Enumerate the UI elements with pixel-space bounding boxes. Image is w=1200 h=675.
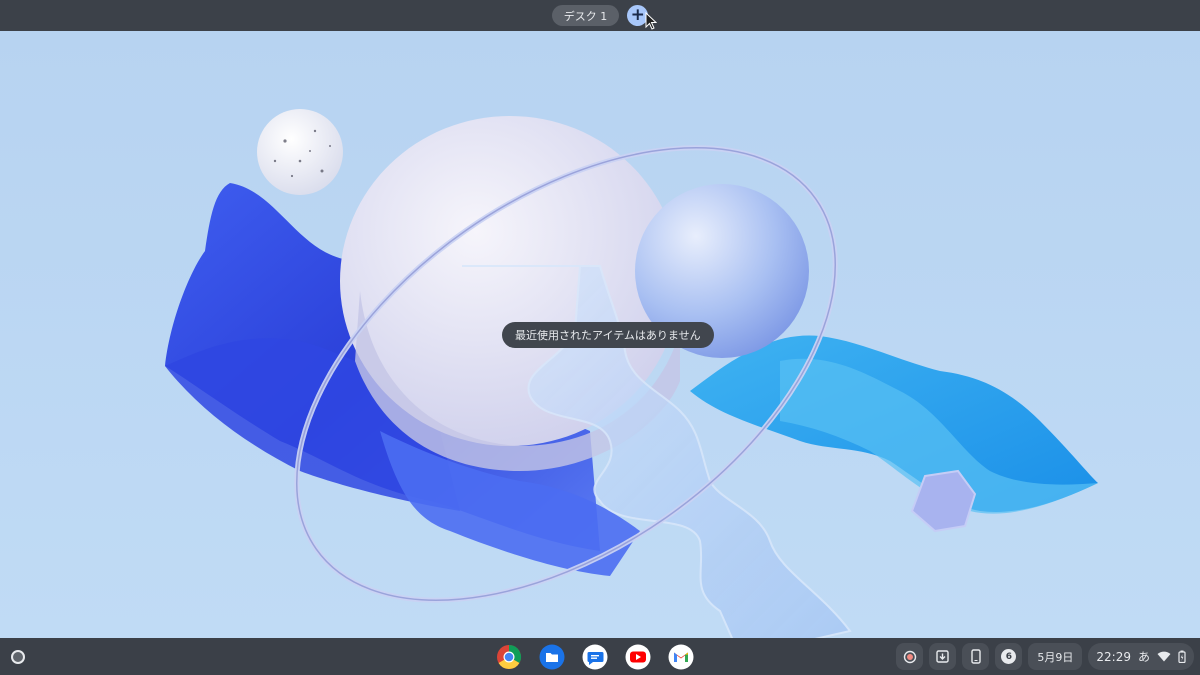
notification-count: 6 <box>1005 651 1013 662</box>
date-label: 5月9日 <box>1037 650 1074 664</box>
chrome-app-button[interactable] <box>495 643 523 671</box>
screen-record-button[interactable] <box>896 643 924 670</box>
screen-record-icon <box>903 650 917 663</box>
holding-space-icon <box>936 650 950 663</box>
shelf: 6 5月9日 22:29 あ <box>0 638 1200 675</box>
notification-count-badge: 6 <box>1001 649 1017 664</box>
time-label: 22:29 <box>1096 649 1131 664</box>
battery-icon <box>1178 650 1186 663</box>
youtube-icon <box>625 644 651 670</box>
date-tray-button[interactable]: 5月9日 <box>1028 643 1083 670</box>
desk-1-chip[interactable]: デスク 1 <box>551 5 620 26</box>
wifi-icon <box>1157 651 1171 662</box>
files-app-button[interactable] <box>538 643 566 671</box>
files-icon <box>539 644 565 670</box>
phone-hub-icon <box>971 649 981 664</box>
status-tray: 6 5月9日 22:29 あ <box>896 643 1194 670</box>
youtube-app-button[interactable] <box>624 643 652 671</box>
quick-settings-button[interactable]: 22:29 あ <box>1088 643 1194 670</box>
launcher-circle-icon <box>11 650 25 664</box>
toast-no-recent-items: 最近使用されたアイテムはありません <box>502 322 714 348</box>
messages-icon <box>582 644 608 670</box>
plus-icon: + <box>630 5 645 25</box>
chrome-icon <box>497 644 521 669</box>
toast-message: 最近使用されたアイテムはありません <box>515 329 701 342</box>
phone-hub-button[interactable] <box>962 643 990 670</box>
desk-1-label: デスク 1 <box>563 9 608 23</box>
holding-space-button[interactable] <box>929 643 957 670</box>
mouse-cursor-icon <box>645 12 657 30</box>
ime-indicator: あ <box>1137 650 1150 664</box>
notification-center-button[interactable]: 6 <box>995 643 1023 670</box>
desk-bar: デスク 1 + <box>0 0 1200 31</box>
launcher-button[interactable] <box>8 647 28 667</box>
gmail-app-button[interactable] <box>667 643 695 671</box>
gmail-icon <box>668 644 694 670</box>
pinned-apps <box>495 641 695 673</box>
messages-app-button[interactable] <box>581 643 609 671</box>
